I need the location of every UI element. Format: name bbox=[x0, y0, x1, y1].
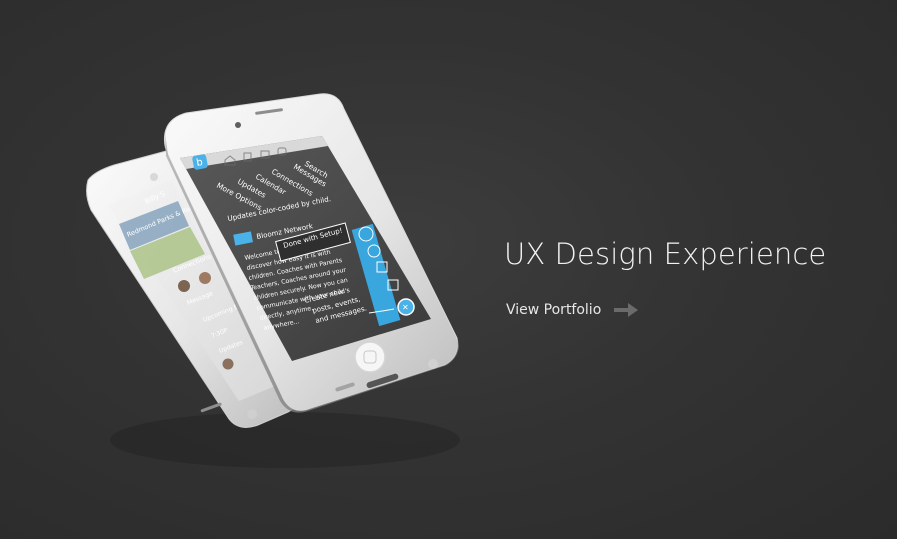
home-button[interactable] bbox=[354, 341, 386, 373]
hero-scene: Billy S Redmond Parks & Rec Connections … bbox=[0, 0, 897, 539]
view-portfolio-label: View Portfolio bbox=[506, 302, 602, 318]
view-portfolio-link[interactable]: View Portfolio bbox=[506, 301, 639, 319]
hero-copy: UX Design Experience View Portfolio bbox=[504, 237, 827, 319]
arrow-right-icon bbox=[614, 303, 639, 317]
close-icon-glyph: ✕ bbox=[402, 303, 409, 312]
hero-title: UX Design Experience bbox=[504, 237, 827, 271]
